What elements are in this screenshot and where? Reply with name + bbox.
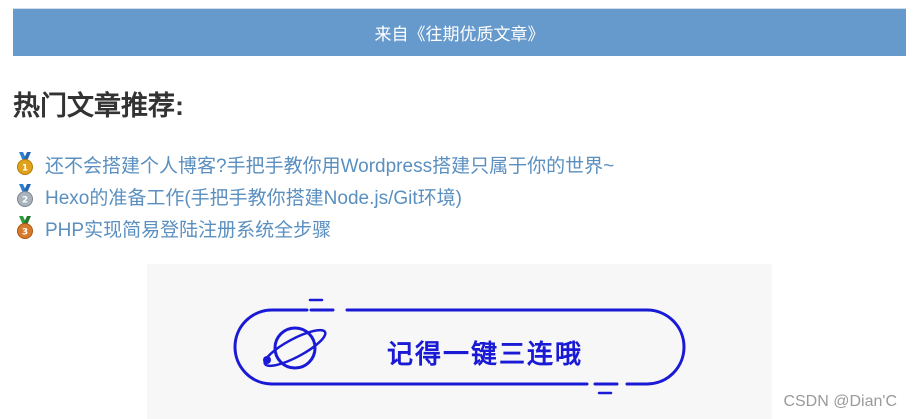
article-link-3[interactable]: PHP实现简易登陆注册系统全步骤 <box>45 215 331 242</box>
list-item: 1 还不会搭建个人博客?手把手教你用Wordpress搭建只属于你的世界~ <box>14 148 614 180</box>
gold-medal-icon: 1 <box>17 152 33 175</box>
svg-text:1: 1 <box>22 164 28 174</box>
page: 来自《往期优质文章》 热门文章推荐: 1 还不会搭建个人博客?手把手教你用Wor… <box>0 0 913 419</box>
source-banner: 来自《往期优质文章》 <box>13 8 906 56</box>
source-banner-text: 来自《往期优质文章》 <box>374 25 545 44</box>
silver-medal-icon: 2 <box>17 184 33 207</box>
planet-icon <box>263 326 327 370</box>
svg-text:3: 3 <box>22 228 28 238</box>
triple-action-card: 记得一键三连哦 <box>147 264 772 419</box>
list-item: 3 PHP实现简易登陆注册系统全步骤 <box>14 212 614 244</box>
article-link-1[interactable]: 还不会搭建个人博客?手把手教你用Wordpress搭建只属于你的世界~ <box>45 151 614 178</box>
article-link-2[interactable]: Hexo的准备工作(手把手教你搭建Node.js/Git环境) <box>45 183 462 210</box>
bronze-medal-icon: 3 <box>17 216 33 239</box>
cta-text: 记得一键三连哦 <box>387 339 584 369</box>
article-list: 1 还不会搭建个人博客?手把手教你用Wordpress搭建只属于你的世界~ 2 … <box>14 148 614 244</box>
svg-text:2: 2 <box>22 196 28 206</box>
list-item: 2 Hexo的准备工作(手把手教你搭建Node.js/Git环境) <box>14 180 614 212</box>
section-heading: 热门文章推荐: <box>13 91 184 121</box>
watermark: CSDN @Dian'C <box>783 393 897 410</box>
